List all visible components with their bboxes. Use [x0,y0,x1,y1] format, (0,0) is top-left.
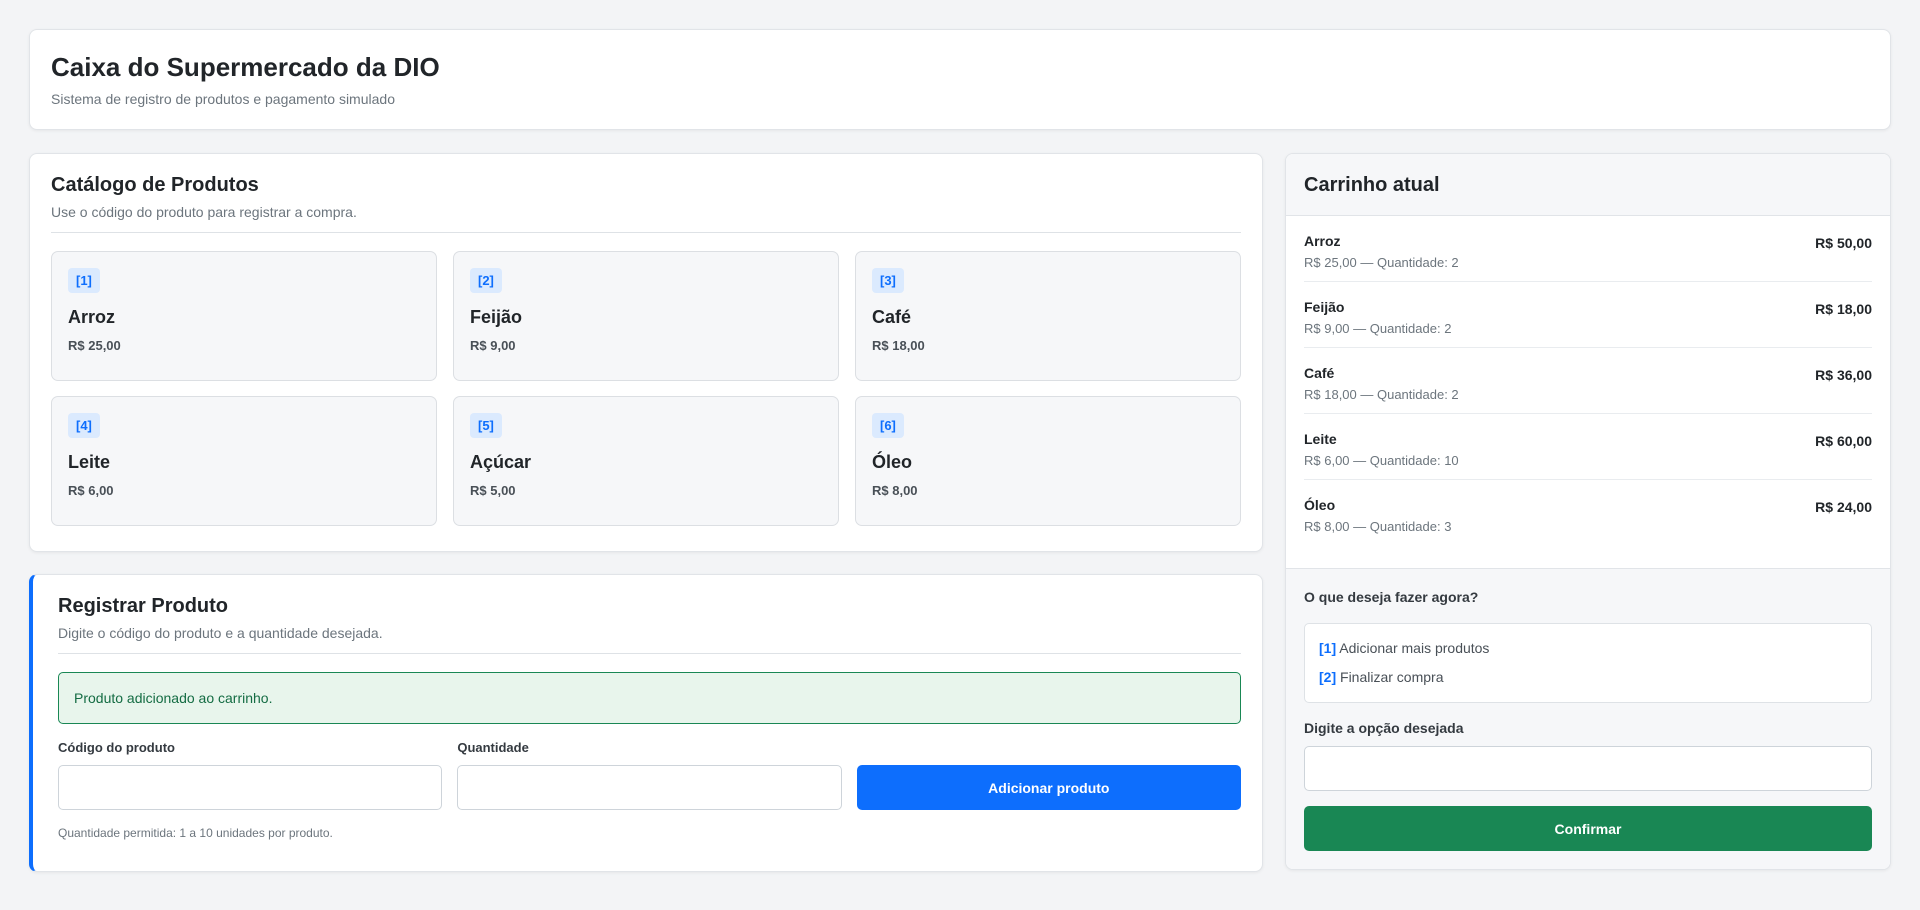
product-grid: [1] Arroz R$ 25,00 [2] Feijão R$ 9,00 [3… [51,251,1241,526]
cart-item-total: R$ 50,00 [1815,235,1872,251]
quantity-hint: Quantidade permitida: 1 a 10 unidades po… [58,826,333,840]
catalog-subtitle: Use o código do produto para registrar a… [51,204,1241,233]
cart-item-detail: R$ 18,00 — Quantidade: 2 [1304,387,1459,402]
cart-item-detail: R$ 6,00 — Quantidade: 10 [1304,453,1459,468]
option-finish: [2] Finalizar compra [1319,669,1857,685]
cart-item-name: Arroz [1304,233,1341,249]
product-price: R$ 6,00 [68,483,114,498]
cart-item-total: R$ 60,00 [1815,433,1872,449]
product-name: Óleo [872,452,913,472]
options-list: [1] Adicionar mais produtos [2] Finaliza… [1304,623,1872,703]
product-price: R$ 25,00 [68,338,121,353]
add-product-button[interactable]: Adicionar produto [856,765,1241,810]
catalog-title: Catálogo de Produtos [51,174,259,196]
product-card: [2] Feijão R$ 9,00 [453,251,839,381]
cart-item-name: Feijão [1304,299,1345,315]
option-number: [1] [1319,640,1337,656]
product-name: Leite [68,452,111,472]
actions-title: O que deseja fazer agora? [1304,589,1479,605]
register-title: Registrar Produto [58,595,229,617]
cart-item-total: R$ 24,00 [1815,499,1872,515]
cart-item: Óleo R$ 8,00 — Quantidade: 3 R$ 24,00 [1304,480,1872,546]
cart-title: Carrinho atual [1286,154,1890,216]
product-price: R$ 9,00 [470,338,516,353]
product-card: [3] Café R$ 18,00 [855,251,1241,381]
cart-item-total: R$ 18,00 [1815,301,1872,317]
product-price: R$ 18,00 [872,338,925,353]
product-code-badge: [4] [68,413,100,438]
product-catalog: Catálogo de Produtos Use o código do pro… [29,153,1263,552]
quantity-field-group: Quantidade [457,740,842,810]
product-card: [6] Óleo R$ 8,00 [855,396,1241,526]
product-name: Arroz [68,307,116,327]
confirm-button[interactable]: Confirmar [1304,806,1872,851]
product-code-input[interactable] [58,765,443,810]
code-label: Código do produto [58,740,175,755]
cart-item-detail: R$ 8,00 — Quantidade: 3 [1304,519,1452,534]
option-add-more: [1] Adicionar mais produtos [1319,640,1857,656]
product-name: Café [872,307,912,327]
cart-item-detail: R$ 25,00 — Quantidade: 2 [1304,255,1459,270]
register-form: Código do produto Quantidade Adicionar p… [58,740,1241,810]
page-header: Caixa do Supermercado da DIO Sistema de … [29,29,1891,130]
product-name: Açúcar [470,452,532,472]
code-field-group: Código do produto [58,740,443,810]
product-card: [4] Leite R$ 6,00 [51,396,437,526]
cart-item-name: Óleo [1304,497,1336,513]
product-price: R$ 8,00 [872,483,918,498]
product-code-badge: [3] [872,268,904,293]
cart-item-total: R$ 36,00 [1815,367,1872,383]
option-label: Finalizar compra [1340,669,1444,685]
option-input-label: Digite a opção desejada [1304,720,1464,736]
product-name: Feijão [470,307,523,327]
quantity-input[interactable] [457,765,842,810]
cart-item-name: Café [1304,365,1335,381]
register-product-panel: Registrar Produto Digite o código do pro… [29,574,1263,872]
page-title: Caixa do Supermercado da DIO [51,52,440,82]
register-subtitle: Digite o código do produto e a quantidad… [58,625,1241,654]
cart-item: Leite R$ 6,00 — Quantidade: 10 R$ 60,00 [1304,414,1872,480]
cart-item: Arroz R$ 25,00 — Quantidade: 2 R$ 50,00 [1304,216,1872,282]
quantity-label: Quantidade [457,740,529,755]
product-code-badge: [5] [470,413,502,438]
product-card: [1] Arroz R$ 25,00 [51,251,437,381]
product-code-badge: [6] [872,413,904,438]
success-alert: Produto adicionado ao carrinho. [58,672,1241,724]
cart-item-name: Leite [1304,431,1337,447]
page-subtitle: Sistema de registro de produtos e pagame… [51,91,395,108]
cart-item-detail: R$ 9,00 — Quantidade: 2 [1304,321,1452,336]
product-code-badge: [2] [470,268,502,293]
cart-item: Café R$ 18,00 — Quantidade: 2 R$ 36,00 [1304,348,1872,414]
product-card: [5] Açúcar R$ 5,00 [453,396,839,526]
option-number: [2] [1319,669,1337,685]
cart-list: Arroz R$ 25,00 — Quantidade: 2 R$ 50,00 … [1286,216,1890,546]
product-price: R$ 5,00 [470,483,516,498]
option-label: Adicionar mais produtos [1339,640,1490,656]
product-code-badge: [1] [68,268,100,293]
cart-actions: O que deseja fazer agora? [1] Adicionar … [1286,568,1890,869]
cart-panel: Carrinho atual Arroz R$ 25,00 — Quantida… [1285,153,1891,870]
option-input[interactable] [1304,746,1872,791]
cart-item: Feijão R$ 9,00 — Quantidade: 2 R$ 18,00 [1304,282,1872,348]
